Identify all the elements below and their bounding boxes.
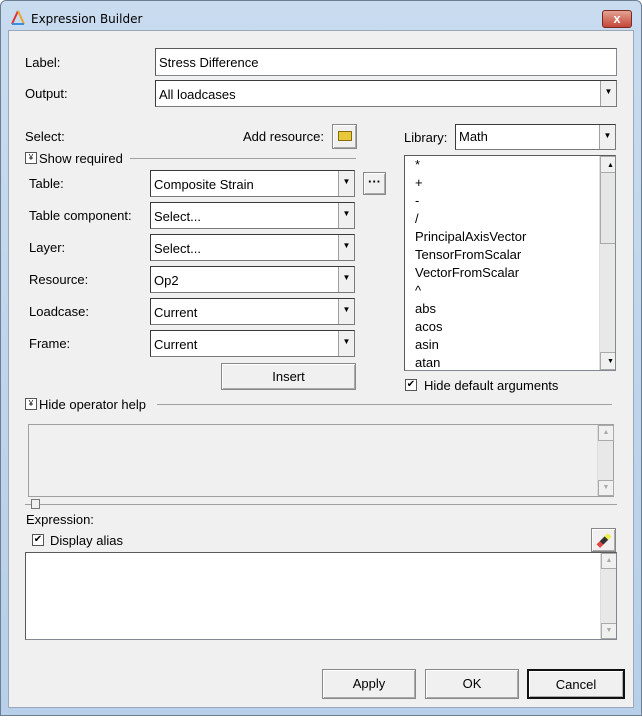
row-value: Select...: [154, 241, 201, 256]
show-required-toggle[interactable]: ¥: [25, 152, 37, 164]
library-item[interactable]: /: [410, 210, 615, 228]
library-scrollbar[interactable]: ▲ ▼: [599, 156, 615, 370]
insert-button[interactable]: Insert: [221, 363, 356, 390]
chevron-down-icon: ▼: [338, 235, 354, 260]
chevron-down-icon: ▼: [600, 81, 616, 106]
row-select[interactable]: Select... ▼: [150, 234, 355, 261]
scroll-up-icon[interactable]: ▲: [598, 425, 614, 441]
row-value: Current: [154, 305, 198, 320]
scroll-up-icon[interactable]: ▲: [601, 553, 616, 569]
window-title: Expression Builder: [31, 12, 143, 26]
library-item[interactable]: PrincipalAxisVector: [410, 228, 615, 246]
scroll-down-icon[interactable]: ▼: [598, 480, 614, 496]
library-item[interactable]: VectorFromScalar: [410, 264, 615, 282]
row-select[interactable]: Op2 ▼: [150, 266, 355, 293]
pencil-eraser-icon: [596, 533, 611, 548]
help-scrollbar[interactable]: ▲ ▼: [597, 425, 614, 496]
row-select[interactable]: Composite Strain ▼: [150, 170, 355, 197]
operator-help-text: ▲ ▼: [28, 424, 614, 497]
label-input[interactable]: Stress Difference: [155, 48, 617, 76]
display-alias-checkbox[interactable]: ✔: [32, 534, 44, 546]
table-more-button[interactable]: ···: [363, 172, 386, 195]
row-value: Composite Strain: [154, 177, 254, 192]
library-item[interactable]: acos: [410, 318, 615, 336]
chevron-down-icon: ▼: [338, 331, 354, 356]
chevron-down-icon: ▼: [338, 267, 354, 292]
chevron-down-icon: ▼: [338, 203, 354, 228]
splitter-track: [25, 504, 617, 505]
row-label: Layer:: [29, 240, 66, 255]
row-value: Current: [154, 337, 198, 352]
row-value: Select...: [154, 209, 201, 224]
library-list[interactable]: * + - / PrincipalAxisVector TensorFromScalar V…: [404, 155, 616, 371]
row-select[interactable]: Current ▼: [150, 330, 355, 357]
hide-default-arguments-label: Hide default arguments: [424, 378, 559, 393]
output-value: All loadcases: [159, 87, 236, 102]
row-value: Op2: [154, 273, 179, 288]
chevron-down-icon: ▼: [338, 299, 354, 324]
row-select[interactable]: Current ▼: [150, 298, 355, 325]
hide-default-arguments-checkbox[interactable]: ✔: [405, 379, 417, 391]
add-resource-label: Add resource:: [243, 129, 324, 144]
library-select[interactable]: Math ▼: [455, 124, 616, 150]
library-item[interactable]: +: [410, 174, 615, 192]
hide-operator-help-label: Hide operator help: [39, 397, 146, 412]
library-item[interactable]: abs: [410, 300, 615, 318]
library-item[interactable]: ^: [410, 282, 615, 300]
divider: [130, 158, 356, 159]
scroll-down-icon[interactable]: ▼: [600, 352, 615, 370]
row-select[interactable]: Select... ▼: [150, 202, 355, 229]
apply-button[interactable]: Apply: [322, 669, 416, 699]
chevron-down-icon: ▼: [338, 171, 354, 196]
folder-open-icon: [337, 131, 352, 141]
row-label: Resource:: [29, 272, 89, 287]
row-label: Table:: [29, 176, 64, 191]
row-label: Table component:: [29, 208, 132, 223]
library-label: Library:: [404, 130, 448, 145]
clear-expression-button[interactable]: [591, 528, 616, 552]
library-item[interactable]: *: [410, 156, 615, 174]
cancel-button[interactable]: Cancel: [527, 669, 625, 699]
close-button[interactable]: x: [602, 10, 632, 28]
divider: [157, 404, 612, 405]
library-value: Math: [459, 129, 488, 144]
row-label: Loadcase:: [29, 304, 89, 319]
row-label: Frame:: [29, 336, 71, 351]
scroll-down-icon[interactable]: ▼: [601, 623, 616, 639]
expression-input[interactable]: ▲ ▼: [25, 552, 617, 640]
output-label: Output:: [25, 86, 68, 101]
add-resource-button[interactable]: [332, 124, 357, 149]
chevron-down-icon: ▼: [599, 125, 615, 149]
expression-scrollbar[interactable]: ▲ ▼: [600, 553, 616, 639]
label-label: Label:: [25, 55, 61, 70]
library-item[interactable]: atan: [410, 354, 615, 370]
show-required-label: Show required: [39, 151, 123, 166]
hide-operator-help-toggle[interactable]: ¥: [25, 398, 37, 410]
library-item[interactable]: -: [410, 192, 615, 210]
ok-button[interactable]: OK: [425, 669, 519, 699]
scroll-thumb[interactable]: [600, 172, 615, 244]
app-logo-icon: [11, 10, 25, 25]
select-heading: Select:: [25, 129, 65, 144]
library-item[interactable]: asin: [410, 336, 615, 354]
output-select[interactable]: All loadcases ▼: [155, 80, 617, 107]
splitter-handle[interactable]: [31, 499, 40, 509]
expression-label: Expression:: [26, 512, 94, 527]
display-alias-label: Display alias: [50, 533, 123, 548]
library-item[interactable]: TensorFromScalar: [410, 246, 615, 264]
